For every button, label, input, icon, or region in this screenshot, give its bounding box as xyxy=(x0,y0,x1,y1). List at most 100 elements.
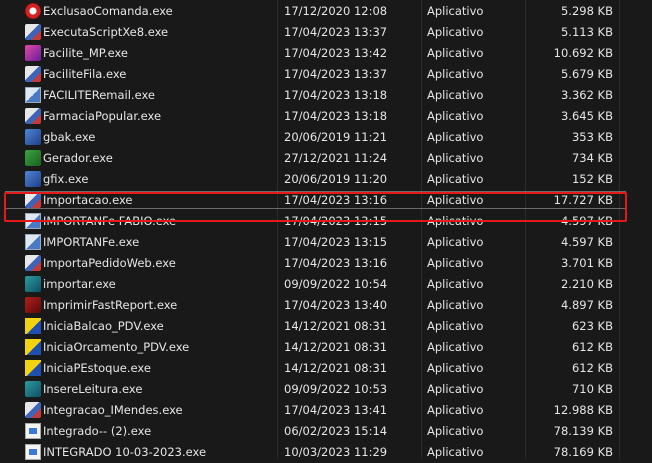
file-row[interactable]: gfix.exe 20/06/2019 11:20 Aplicativo 152 KB xyxy=(0,169,652,190)
file-size: 4.897 KB xyxy=(560,298,613,312)
file-type: Aplicativo xyxy=(427,235,484,249)
file-row[interactable]: InsereLeitura.exe 09/09/2022 10:53 Aplicat… xyxy=(0,379,652,400)
file-type: Aplicativo xyxy=(427,445,484,459)
application-icon xyxy=(25,381,41,397)
file-row[interactable]: Facilite_MP.exe 17/04/2023 13:42 Aplicativ… xyxy=(0,43,652,64)
file-row[interactable]: FACILITERemail.exe 17/04/2023 13:18 Aplica… xyxy=(0,85,652,106)
file-date-modified: 27/12/2021 11:24 xyxy=(284,151,388,165)
application-icon xyxy=(25,108,41,124)
file-row[interactable]: IMPORTANFe.exe 17/04/2023 13:15 Aplicativo… xyxy=(0,232,652,253)
file-row[interactable]: IniciaPEstoque.exe 14/12/2021 08:31 Aplica… xyxy=(0,358,652,379)
file-row[interactable]: INTEGRADO 10-03-2023.exe 10/03/2023 11:29… xyxy=(0,442,652,463)
file-date-modified: 17/04/2023 13:18 xyxy=(284,88,388,102)
file-type: Aplicativo xyxy=(427,46,484,60)
file-date-modified: 17/04/2023 13:37 xyxy=(284,25,388,39)
selection-highlight-box xyxy=(4,192,627,222)
file-type: Aplicativo xyxy=(427,403,484,417)
file-name: FarmaciaPopular.exe xyxy=(43,109,162,123)
application-icon xyxy=(25,276,41,292)
file-row[interactable]: gbak.exe 20/06/2019 11:21 Aplicativo 353 KB xyxy=(0,127,652,148)
file-row[interactable]: FarmaciaPopular.exe 17/04/2023 13:18 Aplic… xyxy=(0,106,652,127)
file-date-modified: 17/04/2023 13:42 xyxy=(284,46,388,60)
file-type: Aplicativo xyxy=(427,109,484,123)
file-date-modified: 09/09/2022 10:53 xyxy=(284,382,388,396)
application-icon xyxy=(25,297,41,313)
file-size: 3.701 KB xyxy=(560,256,613,270)
file-size: 3.362 KB xyxy=(560,88,613,102)
file-row[interactable]: ImportaPedidoWeb.exe 17/04/2023 13:16 Apli… xyxy=(0,253,652,274)
file-date-modified: 17/04/2023 13:18 xyxy=(284,109,388,123)
file-size: 734 KB xyxy=(571,151,613,165)
file-row[interactable]: IniciaOrcamento_PDV.exe 14/12/2021 08:31 A… xyxy=(0,337,652,358)
file-name: IniciaBalcao_PDV.exe xyxy=(43,319,164,333)
file-date-modified: 09/09/2022 10:54 xyxy=(284,277,388,291)
file-date-modified: 17/04/2023 13:40 xyxy=(284,298,388,312)
file-row[interactable]: Integrado-- (2).exe 06/02/2023 15:14 Aplic… xyxy=(0,421,652,442)
file-type: Aplicativo xyxy=(427,256,484,270)
file-type: Aplicativo xyxy=(427,151,484,165)
file-name: FaciliteFila.exe xyxy=(43,67,127,81)
file-type: Aplicativo xyxy=(427,298,484,312)
file-size: 152 KB xyxy=(571,172,613,186)
file-row[interactable]: ExecutaScriptXe8.exe 17/04/2023 13:37 Apli… xyxy=(0,22,652,43)
file-row[interactable]: Integracao_IMendes.exe 17/04/2023 13:41 Ap… xyxy=(0,400,652,421)
application-icon xyxy=(25,150,41,166)
file-date-modified: 20/06/2019 11:20 xyxy=(284,172,388,186)
file-name: gfix.exe xyxy=(43,172,89,186)
file-date-modified: 17/04/2023 13:16 xyxy=(284,256,388,270)
file-row[interactable]: importar.exe 09/09/2022 10:54 Aplicativo 2.… xyxy=(0,274,652,295)
file-name: Gerador.exe xyxy=(43,151,113,165)
application-icon xyxy=(25,171,41,187)
file-name: ImprimirFastReport.exe xyxy=(43,298,178,312)
file-type: Aplicativo xyxy=(427,67,484,81)
file-date-modified: 14/12/2021 08:31 xyxy=(284,361,388,375)
file-date-modified: 20/06/2019 11:21 xyxy=(284,130,388,144)
file-size: 3.645 KB xyxy=(560,109,613,123)
file-type: Aplicativo xyxy=(427,172,484,186)
file-row[interactable]: ImprimirFastReport.exe 17/04/2023 13:40 Ap… xyxy=(0,295,652,316)
file-row[interactable]: Gerador.exe 27/12/2021 11:24 Aplicativo 734… xyxy=(0,148,652,169)
file-row[interactable]: ExclusaoComanda.exe 17/12/2020 12:08 Aplic… xyxy=(0,1,652,22)
application-icon xyxy=(25,66,41,82)
application-icon xyxy=(25,3,41,19)
file-size: 12.988 KB xyxy=(553,403,613,417)
file-name: FACILITERemail.exe xyxy=(43,88,155,102)
file-size: 10.692 KB xyxy=(553,46,613,60)
file-size: 612 KB xyxy=(571,361,613,375)
file-name: gbak.exe xyxy=(43,130,96,144)
file-size: 78.139 KB xyxy=(553,424,613,438)
file-name: ExecutaScriptXe8.exe xyxy=(43,25,169,39)
application-icon xyxy=(25,129,41,145)
file-date-modified: 17/04/2023 13:37 xyxy=(284,67,388,81)
file-name: importar.exe xyxy=(43,277,116,291)
application-icon xyxy=(25,87,41,103)
file-type: Aplicativo xyxy=(427,382,484,396)
file-name: InsereLeitura.exe xyxy=(43,382,143,396)
file-size: 623 KB xyxy=(571,319,613,333)
file-size: 2.210 KB xyxy=(560,277,613,291)
application-icon xyxy=(25,444,41,460)
file-type: Aplicativo xyxy=(427,340,484,354)
file-date-modified: 17/04/2023 13:15 xyxy=(284,235,388,249)
application-icon xyxy=(25,255,41,271)
file-name: INTEGRADO 10-03-2023.exe xyxy=(43,445,207,459)
file-date-modified: 14/12/2021 08:31 xyxy=(284,340,388,354)
file-size: 710 KB xyxy=(571,382,613,396)
file-size: 5.113 KB xyxy=(560,25,613,39)
file-row[interactable]: IniciaBalcao_PDV.exe 14/12/2021 08:31 Apli… xyxy=(0,316,652,337)
file-type: Aplicativo xyxy=(427,4,484,18)
file-name: IniciaOrcamento_PDV.exe xyxy=(43,340,190,354)
file-row[interactable]: FaciliteFila.exe 17/04/2023 13:37 Aplicati… xyxy=(0,64,652,85)
file-type: Aplicativo xyxy=(427,277,484,291)
file-size: 5.298 KB xyxy=(560,4,613,18)
application-icon xyxy=(25,423,41,439)
file-date-modified: 17/12/2020 12:08 xyxy=(284,4,388,18)
file-name: ExclusaoComanda.exe xyxy=(43,4,173,18)
application-icon xyxy=(25,402,41,418)
file-list: ExclusaoComanda.exe 17/12/2020 12:08 Aplic… xyxy=(0,0,652,460)
file-name: ImportaPedidoWeb.exe xyxy=(43,256,176,270)
application-icon xyxy=(25,339,41,355)
file-name: Integracao_IMendes.exe xyxy=(43,403,183,417)
file-date-modified: 06/02/2023 15:14 xyxy=(284,424,388,438)
file-type: Aplicativo xyxy=(427,424,484,438)
